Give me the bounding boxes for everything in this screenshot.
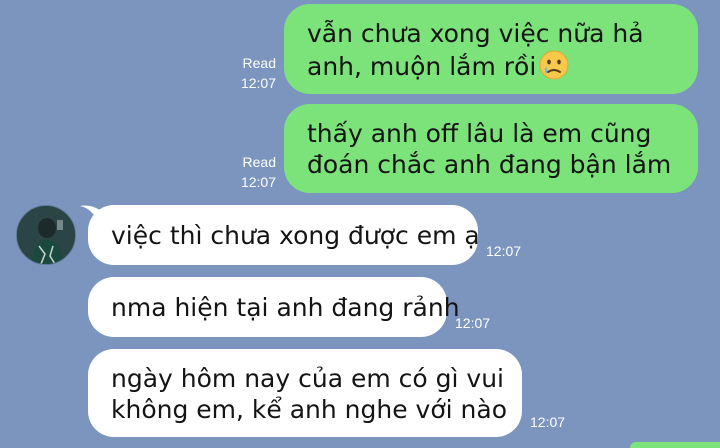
contact-avatar[interactable] <box>16 205 76 265</box>
sent-message-bubble[interactable]: thấy anh off lâu là em cũng đoán chắc an… <box>284 104 698 193</box>
received-message-bubble[interactable]: nma hiện tại anh đang rảnh <box>88 277 460 337</box>
message-line: vẫn chưa xong việc nữa hả <box>307 19 644 48</box>
read-receipt: Read 12:07 <box>226 152 276 192</box>
crying-face-emoji <box>538 49 570 88</box>
message-line-with-emoji: anh, muộn lắm rồi <box>307 49 698 88</box>
message-line: nma hiện tại anh đang rảnh <box>111 293 460 322</box>
read-label: Read <box>242 55 276 71</box>
message-line-text: anh, muộn lắm rồi <box>307 52 537 81</box>
read-label: Read <box>242 154 276 170</box>
message-time: 12:07 <box>455 315 491 331</box>
chat-area: Read 12:07 vẫn chưa xong việc nữa hả anh… <box>0 0 720 448</box>
read-receipt: Read 12:07 <box>226 53 276 93</box>
message-time: 12:07 <box>240 174 276 190</box>
message-line: thấy anh off lâu là em cũng <box>307 119 652 148</box>
next-sent-bubble-edge <box>630 442 720 448</box>
message-line: không em, kể anh nghe với nào <box>111 395 507 424</box>
message-time: 12:07 <box>240 75 276 91</box>
received-message-bubble[interactable]: ngày hôm nay của em có gì vui không em, … <box>88 349 522 437</box>
message-line: việc thì chưa xong được em ạ <box>111 221 480 250</box>
received-message-bubble[interactable]: việc thì chưa xong được em ạ <box>88 205 480 265</box>
message-time: 12:07 <box>486 243 522 259</box>
message-time: 12:07 <box>530 414 566 430</box>
message-line: ngày hôm nay của em có gì vui <box>111 364 504 393</box>
sent-message-bubble[interactable]: vẫn chưa xong việc nữa hả anh, muộn lắm … <box>284 4 698 94</box>
message-line: đoán chắc anh đang bận lắm <box>307 150 672 179</box>
